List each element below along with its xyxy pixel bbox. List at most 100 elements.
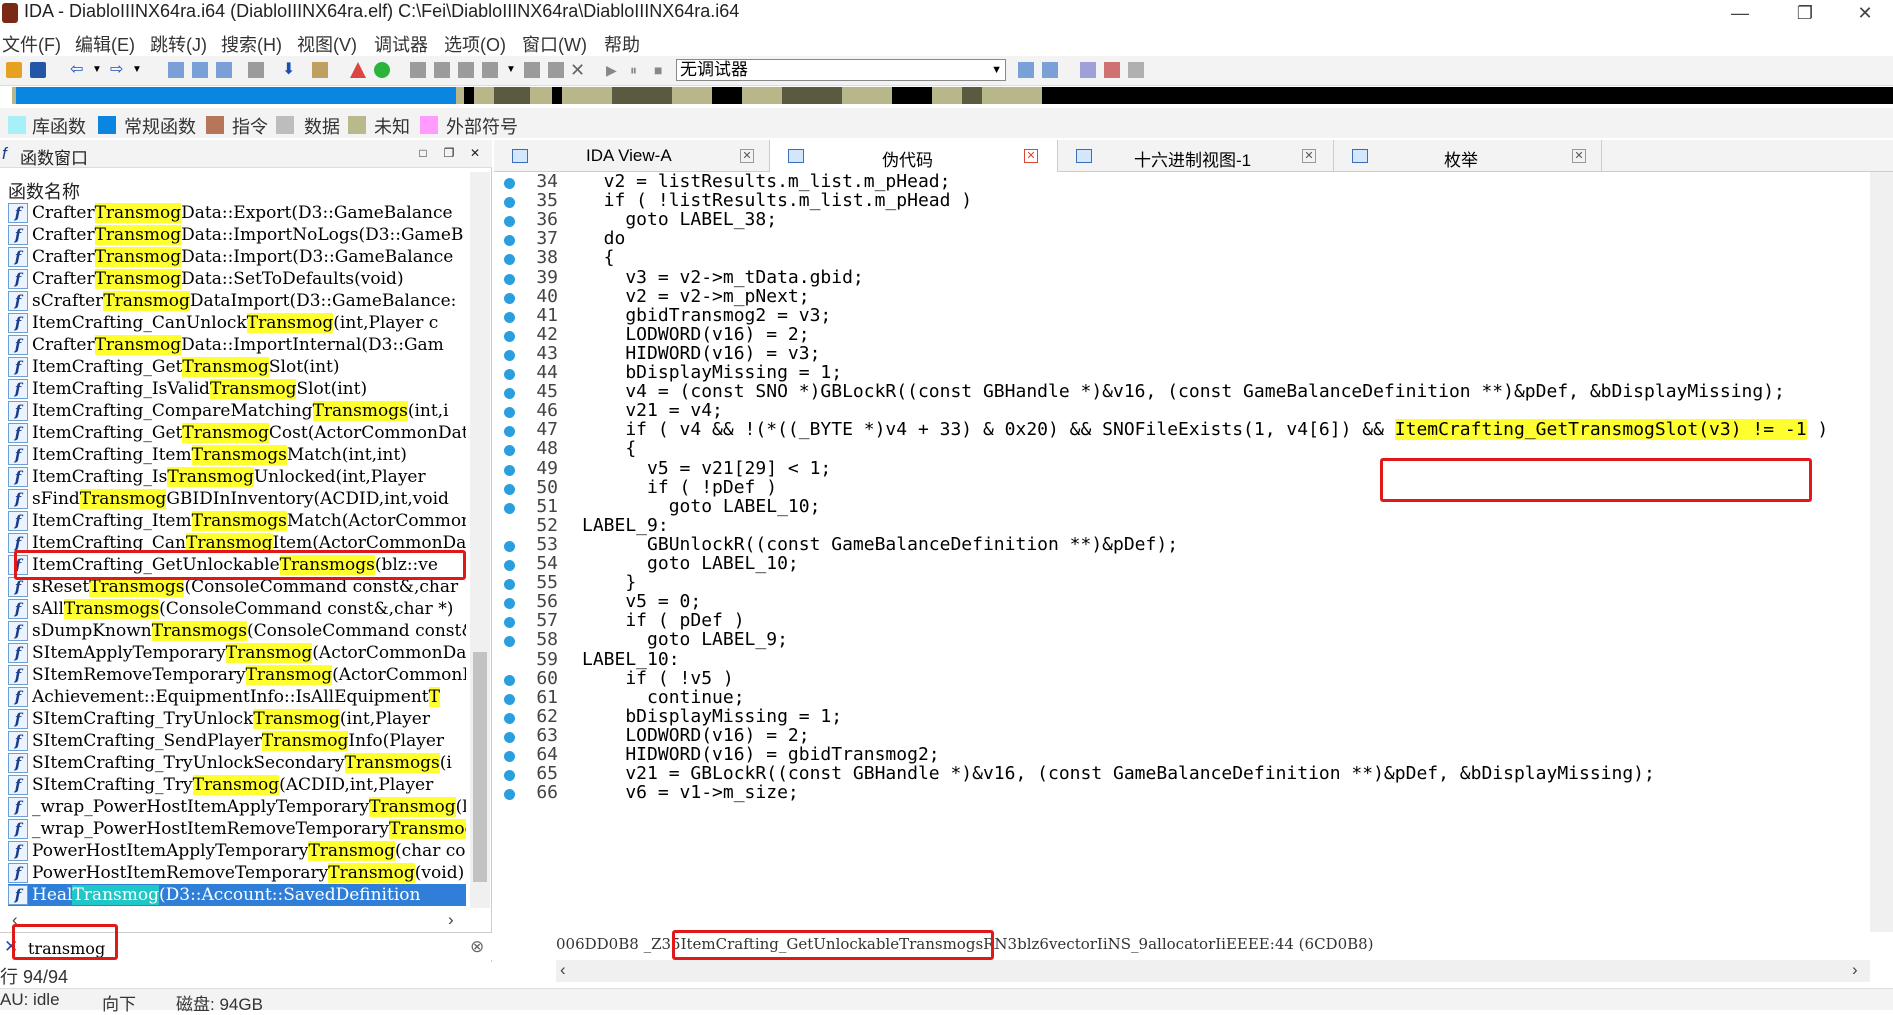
chevron-right-icon[interactable]: ›: [1852, 960, 1858, 980]
code-line[interactable]: 56 v5 = 0;: [494, 592, 1870, 611]
breakpoint-icon[interactable]: [1104, 62, 1120, 78]
back-arrow-icon[interactable]: ⇦: [70, 62, 86, 78]
text-search-icon[interactable]: [192, 62, 208, 78]
menu-window[interactable]: 窗口(W): [522, 31, 587, 57]
function-list-item[interactable]: f HealTransmog(D3::Account::SavedDefiniti…: [8, 884, 466, 906]
script-icon[interactable]: [548, 62, 564, 78]
binary-search-icon[interactable]: [168, 62, 184, 78]
breakpoint-dot-icon[interactable]: [504, 311, 515, 323]
graph-icon[interactable]: [434, 62, 450, 78]
breakpoint-dot-icon[interactable]: [504, 445, 515, 457]
graph-icon[interactable]: [458, 62, 474, 78]
breakpoint-dot-icon[interactable]: [504, 292, 515, 304]
breakpoint-dot-icon[interactable]: [504, 388, 515, 400]
code-line[interactable]: 52 LABEL_9:: [494, 516, 1870, 535]
tab-close-icon[interactable]: ✕: [1302, 149, 1316, 163]
code-line[interactable]: 64 HIDWORD(v16) = gbidTransmog2;: [494, 745, 1870, 764]
breakpoint-dot-icon[interactable]: [504, 560, 515, 571]
code-line[interactable]: 63 LODWORD(v16) = 2;: [494, 726, 1870, 745]
function-list-item[interactable]: f CrafterTransmogData::SetToDefaults(void…: [8, 268, 466, 290]
breakpoint-dot-icon[interactable]: [504, 789, 515, 801]
breakpoint-dot-icon[interactable]: [504, 579, 515, 591]
green-circle-icon[interactable]: [374, 62, 390, 78]
debugger-select[interactable]: 无调试器 ▼: [676, 59, 1006, 81]
code-line[interactable]: 39 v3 = v2->m_tData.gbid;: [494, 268, 1870, 287]
tab-pseudocode[interactable]: 伪代码 ✕: [770, 140, 1058, 172]
pseudocode-scrollbar[interactable]: [1870, 172, 1893, 932]
chevron-left-icon[interactable]: ‹: [560, 960, 566, 980]
function-list-item[interactable]: f SItemApplyTemporaryTransmog(ActorCommon…: [8, 642, 466, 664]
breakpoint-dot-icon[interactable]: [504, 178, 515, 189]
code-line[interactable]: 38 {: [494, 248, 1870, 267]
breakpoint-dot-icon[interactable]: [504, 349, 515, 361]
step-icon[interactable]: [1042, 62, 1058, 78]
stop-icon[interactable]: ■: [654, 62, 670, 78]
function-list-item[interactable]: f ItemCrafting_IsTransmogUnlocked(int,Pla…: [8, 466, 466, 488]
breakpoint-dot-icon[interactable]: [504, 598, 515, 610]
restore-button[interactable]: ❐: [1775, 0, 1835, 28]
function-list-item[interactable]: f sAllTransmogs(ConsoleCommand const&,cha…: [8, 598, 466, 620]
function-list-item[interactable]: f SItemCrafting_TryUnlockSecondaryTransmo…: [8, 752, 466, 774]
function-list-scrollbar[interactable]: [470, 172, 490, 908]
breakpoint-dot-icon[interactable]: [504, 197, 515, 209]
pseudocode-hscrollbar[interactable]: ‹ ›: [556, 960, 1870, 982]
function-list-item[interactable]: f CrafterTransmogData::Import(D3::GameBal…: [8, 246, 466, 268]
breakpoint-dot-icon[interactable]: [504, 330, 515, 342]
code-line[interactable]: 37 do: [494, 229, 1870, 248]
breakpoint-dot-icon[interactable]: [504, 617, 515, 629]
menu-search[interactable]: 搜索(H): [221, 31, 282, 57]
tab-close-icon[interactable]: ✕: [1024, 149, 1038, 163]
function-list-item[interactable]: f ItemCrafting_CanUnlockTransmog(int,Play…: [8, 312, 466, 334]
forward-arrow-icon[interactable]: ⇨: [110, 62, 126, 78]
pause-icon[interactable]: ⏸: [630, 62, 646, 78]
function-list-item[interactable]: f _wrap_PowerHostItemRemoveTemporaryTrans…: [8, 818, 466, 840]
code-line[interactable]: 62 bDisplayMissing = 1;: [494, 707, 1870, 726]
hand-icon[interactable]: [248, 62, 264, 78]
immediate-search-icon[interactable]: [216, 62, 232, 78]
save-icon[interactable]: [30, 62, 46, 78]
menu-debugger[interactable]: 调试器: [374, 31, 428, 57]
breakpoint-dot-icon[interactable]: [504, 369, 515, 380]
function-list-item[interactable]: f SItemCrafting_TryUnlockTransmog(int,Pla…: [8, 708, 466, 730]
chevron-right-icon[interactable]: ›: [448, 910, 454, 930]
code-line[interactable]: 36 goto LABEL_38;: [494, 210, 1870, 229]
function-list-item[interactable]: f ItemCrafting_CompareMatchingTransmogs(i…: [8, 400, 466, 422]
breakpoint-dot-icon[interactable]: [504, 483, 515, 495]
script-icon[interactable]: [524, 62, 540, 78]
pseudocode-view[interactable]: 34 v2 = listResults.m_list.m_pHead; 35 if…: [494, 172, 1870, 932]
function-list-item[interactable]: f ItemCrafting_GetTransmogCost(ActorCommo…: [8, 422, 466, 444]
function-list-item[interactable]: f SItemCrafting_TryTransmog(ACDID,int,Pla…: [8, 774, 466, 796]
tab-close-icon[interactable]: ✕: [1572, 149, 1586, 163]
panel-close-button[interactable]: ✕: [468, 146, 482, 160]
function-list-item[interactable]: f SItemCrafting_SendPlayerTransmogInfo(Pl…: [8, 730, 466, 752]
menu-jump[interactable]: 跳转(J): [150, 31, 207, 57]
menu-file[interactable]: 文件(F): [2, 31, 61, 57]
code-line[interactable]: 54 goto LABEL_10;: [494, 554, 1870, 573]
menu-options[interactable]: 选项(O): [444, 31, 506, 57]
options-icon[interactable]: [1128, 62, 1144, 78]
code-line[interactable]: 34 v2 = listResults.m_list.m_pHead;: [494, 172, 1870, 191]
graph-icon[interactable]: [410, 62, 426, 78]
tab-enums[interactable]: 枚举 ✕: [1334, 140, 1602, 172]
function-list-item[interactable]: f CrafterTransmogData::Export(D3::GameBal…: [8, 202, 466, 224]
highlighted-call[interactable]: ItemCrafting_GetTransmogSlot(v3) != -1: [1394, 419, 1807, 441]
play-icon[interactable]: ▶: [606, 62, 622, 78]
function-list-item[interactable]: f ItemCrafting_IsValidTransmogSlot(int): [8, 378, 466, 400]
breakpoint-dot-icon[interactable]: [504, 273, 515, 285]
breakpoint-dot-icon[interactable]: [504, 731, 515, 743]
breakpoint-dot-icon[interactable]: [504, 407, 515, 419]
function-list-item[interactable]: f SItemRemoveTemporaryTransmog(ActorCommo…: [8, 664, 466, 686]
function-list-item[interactable]: f sFindTransmogGBIDInInventory(ACDID,int,…: [8, 488, 466, 510]
panel-restore-button[interactable]: ❐: [442, 146, 456, 160]
function-list-item[interactable]: f _wrap_PowerHostItemApplyTemporaryTransm…: [8, 796, 466, 818]
tab-hex-view-1[interactable]: 十六进制视图-1 ✕: [1058, 140, 1334, 172]
structures-icon[interactable]: [1080, 62, 1096, 78]
code-line[interactable]: 46 v21 = v4;: [494, 401, 1870, 420]
menu-edit[interactable]: 编辑(E): [75, 31, 135, 57]
code-line[interactable]: 58 goto LABEL_9;: [494, 630, 1870, 649]
code-line[interactable]: 65 v21 = GBLockR((const GBHandle *)&v16,…: [494, 764, 1870, 783]
breakpoint-dot-icon[interactable]: [504, 693, 515, 705]
code-line[interactable]: 55 }: [494, 573, 1870, 592]
chevron-down-icon[interactable]: ▼: [506, 62, 522, 78]
code-line[interactable]: 53 GBUnlockR((const GameBalanceDefinitio…: [494, 535, 1870, 554]
